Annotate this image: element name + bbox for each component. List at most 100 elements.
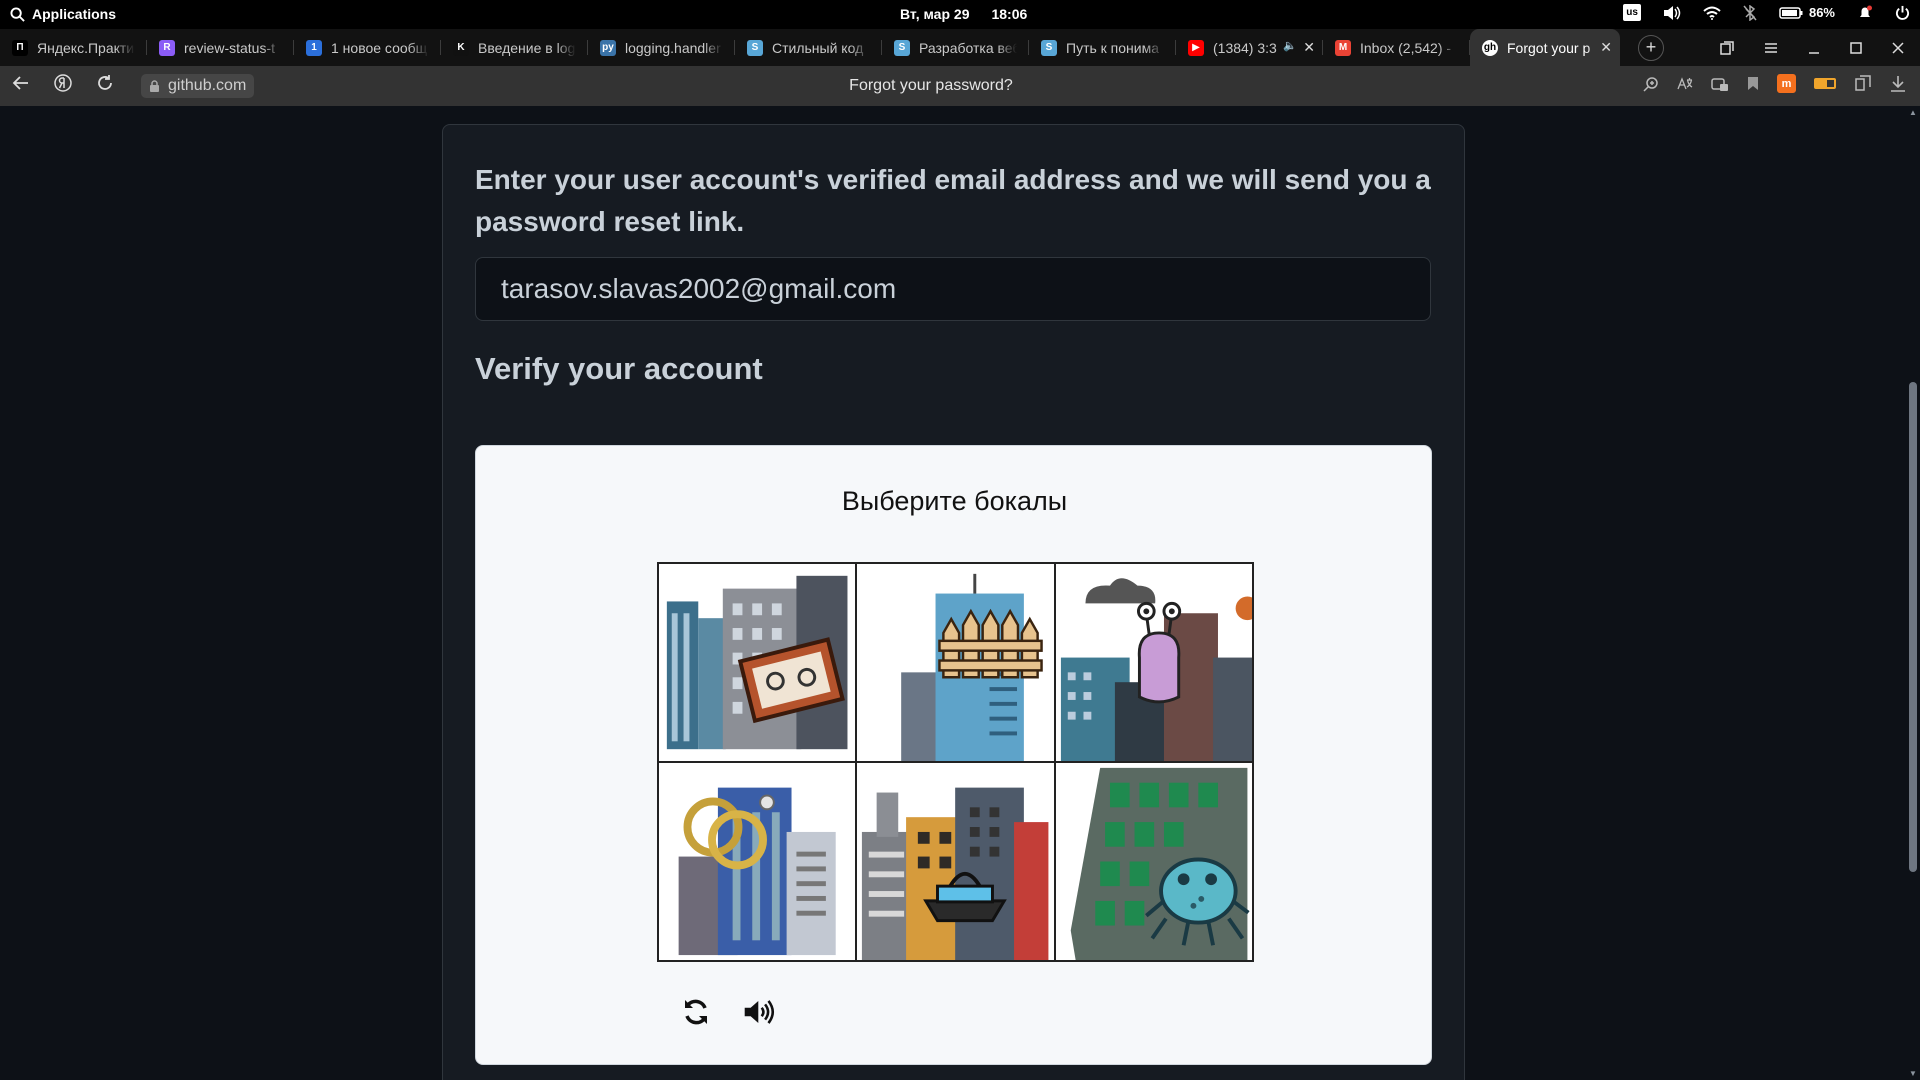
battery-saver-icon[interactable] [1814,78,1836,89]
browser-tab-strip: П Яндекс.Практи Rreview-status-t 1 1 новое с… [0,29,1920,66]
zoom-icon[interactable] [1643,76,1659,92]
tab-5[interactable]: py logging.handler [588,29,735,66]
tab-title: Разработка веб [919,39,1017,56]
tab-4[interactable]: K Введение в log [441,29,588,66]
tab-7[interactable]: S Разработка веб [882,29,1029,66]
tab-favicon-icon: S [894,39,910,56]
tab-6[interactable]: S Стильный код [735,29,882,66]
tab-audio-icon[interactable]: 🔈 [1283,39,1297,52]
applications-label: Applications [32,6,117,22]
scroll-down-arrow[interactable]: ▼ [1909,1069,1917,1078]
captcha-tile-2[interactable] [857,564,1054,761]
bluetooth-off-icon[interactable] [1743,4,1757,21]
tab-3[interactable]: 1 1 новое сообщ [294,29,441,66]
battery-icon [1779,6,1803,19]
captcha-audio-button[interactable] [743,995,777,1029]
search-icon [10,6,25,22]
bug-creature-tile-image [1055,763,1252,960]
refresh-icon [685,999,707,1025]
keyboard-layout-indicator[interactable]: us [1623,4,1641,21]
tab-favicon-icon: R [159,39,175,56]
tab-favicon-icon: S [747,39,763,56]
os-top-bar: Applications Вт, мар 29 18:06 us 86% [0,0,1920,29]
tab-title: logging.handler [625,39,721,56]
captcha-tile-1[interactable] [659,564,856,761]
tab-close-icon[interactable]: ✕ [1600,39,1612,56]
tab-title: Forgot your p [1507,39,1591,56]
time-label: 18:06 [991,6,1028,22]
boat-tile-image [857,763,1054,960]
browser-toolbar: m [1643,74,1906,93]
tab-title: Стильный код [772,39,864,56]
menu-icon[interactable] [1764,42,1778,54]
bookmark-icon[interactable] [1747,76,1759,91]
power-icon[interactable] [1895,5,1910,20]
downloads-icon[interactable] [1890,75,1906,92]
captcha-controls [679,995,777,1029]
close-window-icon[interactable] [1892,41,1904,54]
page-content: Enter your user account's verified email… [0,106,1920,1080]
wifi-icon[interactable] [1703,6,1721,20]
clock[interactable]: Вт, мар 29 18:06 [900,6,1027,22]
speaker-icon [744,1000,775,1024]
tabs-overview-icon[interactable] [1720,40,1734,55]
instruction-text: Enter your user account's verified email… [475,164,1431,237]
applications-menu[interactable]: Applications [10,6,116,22]
tab-favicon-icon: ▶ [1188,39,1204,56]
reset-password-card: Enter your user account's verified email… [442,124,1465,1080]
photo-frame-tile-image [659,564,856,761]
captcha-tile-6[interactable] [1055,763,1252,960]
wooden-fence-tile-image [857,564,1054,761]
extension-m-icon[interactable]: m [1777,74,1796,93]
scroll-up-arrow[interactable]: ▲ [1909,108,1917,117]
scrollbar-thumb[interactable] [1909,382,1917,872]
tab-title: 1 новое сообщ [331,39,428,56]
tab-favicon-icon: 1 [306,39,322,56]
captcha-image-grid [657,562,1254,962]
battery-indicator[interactable]: 86% [1779,5,1835,20]
minimize-icon[interactable] [1808,42,1820,54]
date-label: Вт, мар 29 [900,6,970,22]
tab-9[interactable]: ▶ (1384) 3:3 🔈 ✕ [1176,29,1323,66]
captcha-refresh-button[interactable] [679,995,713,1029]
tab-favicon-icon: П [12,39,28,56]
extensions-icon[interactable] [1711,76,1729,92]
tab-1[interactable]: П Яндекс.Практи [0,29,147,66]
tab-2[interactable]: Rreview-status-t [147,29,294,66]
volume-icon[interactable] [1663,5,1681,21]
notification-bell-icon[interactable] [1857,5,1873,21]
browser-address-bar: github.com Forgot your password? m [0,66,1920,106]
email-field[interactable]: tarasov.slavas2002@gmail.com [475,257,1431,321]
tab-title: Яндекс.Практи [37,39,135,56]
wedding-rings-tile-image [659,763,856,960]
tab-11[interactable]: gh Forgot your p ✕ [1470,29,1620,66]
captcha-widget: Выберите бокалы [475,445,1432,1065]
tab-favicon-icon: K [453,39,469,56]
window-controls [1720,29,1920,66]
tab-title: Inbox (2,542) - [1360,39,1452,56]
tab-favicon-icon: M [1335,39,1351,56]
page-scrollbar[interactable]: ▲ ▼ [1906,106,1920,1080]
monster-creature-tile-image [1055,564,1252,761]
translate-icon[interactable] [1677,76,1693,92]
tab-8[interactable]: S Путь к понима [1029,29,1176,66]
tab-close-icon[interactable]: ✕ [1303,39,1315,56]
tab-10[interactable]: M Inbox (2,542) - [1323,29,1470,66]
captcha-tile-4[interactable] [659,763,856,960]
new-tab-button[interactable]: + [1638,34,1664,61]
tab-title: Введение в log [478,39,576,56]
system-tray: us 86% [1623,4,1910,21]
tab-title: review-status-t [184,39,276,56]
verify-heading: Verify your account [475,351,763,386]
collections-icon[interactable] [1854,75,1872,92]
page-title: Forgot your password? [849,77,1013,94]
captcha-prompt: Выберите бокалы [841,486,1068,516]
tab-title: Путь к понима [1066,39,1160,56]
tab-favicon-icon: S [1041,39,1057,56]
captcha-tile-3[interactable] [1055,564,1252,761]
battery-percent: 86% [1808,5,1835,20]
tab-favicon-icon: py [600,39,616,56]
captcha-tile-5[interactable] [857,763,1054,960]
maximize-icon[interactable] [1850,41,1862,54]
tab-favicon-icon: gh [1482,39,1498,56]
